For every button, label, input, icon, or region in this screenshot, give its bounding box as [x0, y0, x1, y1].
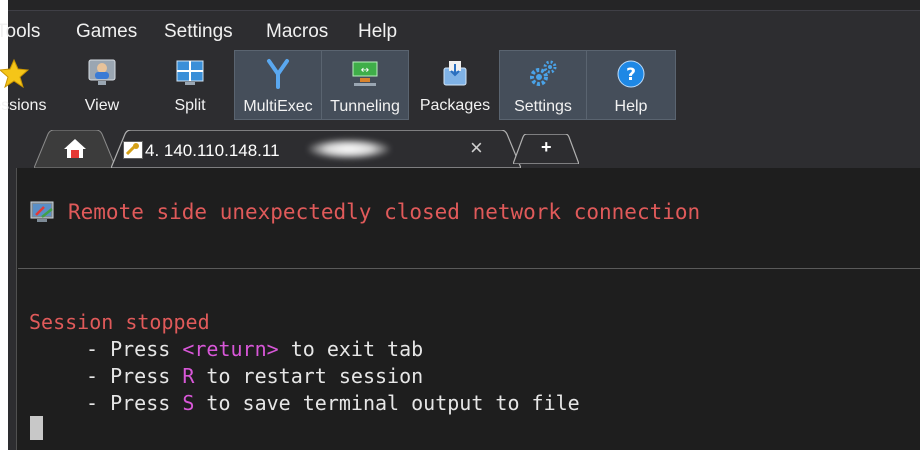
- hint-suffix: to exit tab: [278, 337, 424, 361]
- toolbar: Sessions View Split MultiExec ↔ Tunnelin…: [0, 48, 920, 124]
- disconnected-warning-icon: [30, 201, 56, 227]
- connection-closed-message: Remote side unexpectedly closed network …: [68, 200, 701, 224]
- multiexec-button[interactable]: MultiExec: [234, 50, 322, 120]
- multiexec-label: MultiExec: [243, 98, 313, 115]
- fork-arrows-icon: [261, 57, 295, 91]
- new-tab-button[interactable]: +: [512, 133, 580, 165]
- sessions-button[interactable]: Sessions: [0, 50, 54, 118]
- menu-settings[interactable]: Settings: [164, 21, 233, 43]
- split-label: Split: [174, 97, 206, 114]
- hint-suffix: to save terminal output to file: [194, 391, 580, 415]
- svg-text:?: ?: [626, 65, 636, 85]
- settings-button[interactable]: Settings: [499, 50, 587, 120]
- packages-label: Packages: [419, 97, 491, 114]
- menu-help[interactable]: Help: [358, 21, 397, 43]
- tab-close-button[interactable]: ×: [470, 135, 483, 161]
- gears-icon: [526, 57, 560, 91]
- plus-icon: +: [541, 137, 552, 157]
- r-key: R: [182, 364, 195, 388]
- home-tab[interactable]: [33, 129, 117, 169]
- tunneling-label: Tunneling: [330, 98, 400, 115]
- help-button[interactable]: ? Help: [586, 50, 676, 120]
- help-circle-icon: ?: [614, 57, 648, 91]
- return-key: <return>: [182, 337, 279, 361]
- menu-macros[interactable]: Macros: [266, 21, 328, 43]
- split-button[interactable]: Split: [152, 50, 228, 118]
- hint-prefix: - Press: [86, 337, 183, 361]
- redacted-hostname: [308, 139, 390, 159]
- menu-bar: Tools Games Settings Macros Help: [0, 10, 920, 49]
- tunnel-icon: ↔: [348, 57, 382, 91]
- help-label: Help: [614, 98, 648, 115]
- s-key: S: [182, 391, 195, 415]
- exit-tab-hint: - Press <return> to exit tab: [86, 337, 423, 361]
- menu-tools[interactable]: Tools: [0, 21, 40, 43]
- settings-label: Settings: [514, 98, 572, 115]
- hint-prefix: - Press: [86, 391, 183, 415]
- star-icon: [0, 56, 31, 90]
- terminal-key-icon: [123, 141, 143, 159]
- split-window-icon: [173, 56, 207, 90]
- view-label: View: [84, 97, 120, 114]
- sessions-label: Sessions: [0, 97, 47, 114]
- svg-text:↔: ↔: [361, 65, 369, 76]
- hint-suffix: to restart session: [194, 364, 424, 388]
- save-output-hint: - Press S to save terminal output to fil…: [86, 391, 580, 415]
- monitor-user-icon: [85, 56, 119, 90]
- session-stopped-text: Session stopped: [29, 310, 210, 334]
- terminal-cursor: [30, 416, 43, 440]
- menu-games[interactable]: Games: [76, 21, 137, 43]
- terminal-divider: [18, 268, 920, 269]
- mobaxterm-window: Tools Games Settings Macros Help Session…: [0, 0, 920, 450]
- hint-prefix: - Press: [86, 364, 183, 388]
- packages-button[interactable]: Packages: [414, 50, 496, 118]
- terminal-gutter: [8, 168, 17, 450]
- tab-bar: 4. 140.110.148.11 × +: [8, 124, 920, 288]
- package-icon: [438, 56, 472, 90]
- tunneling-button[interactable]: ↔ Tunneling: [321, 50, 409, 120]
- view-button[interactable]: View: [64, 50, 140, 118]
- terminal-pane[interactable]: Remote side unexpectedly closed network …: [8, 168, 920, 450]
- session-tab-label: 4. 140.110.148.11: [145, 141, 280, 160]
- restart-session-hint: - Press R to restart session: [86, 364, 423, 388]
